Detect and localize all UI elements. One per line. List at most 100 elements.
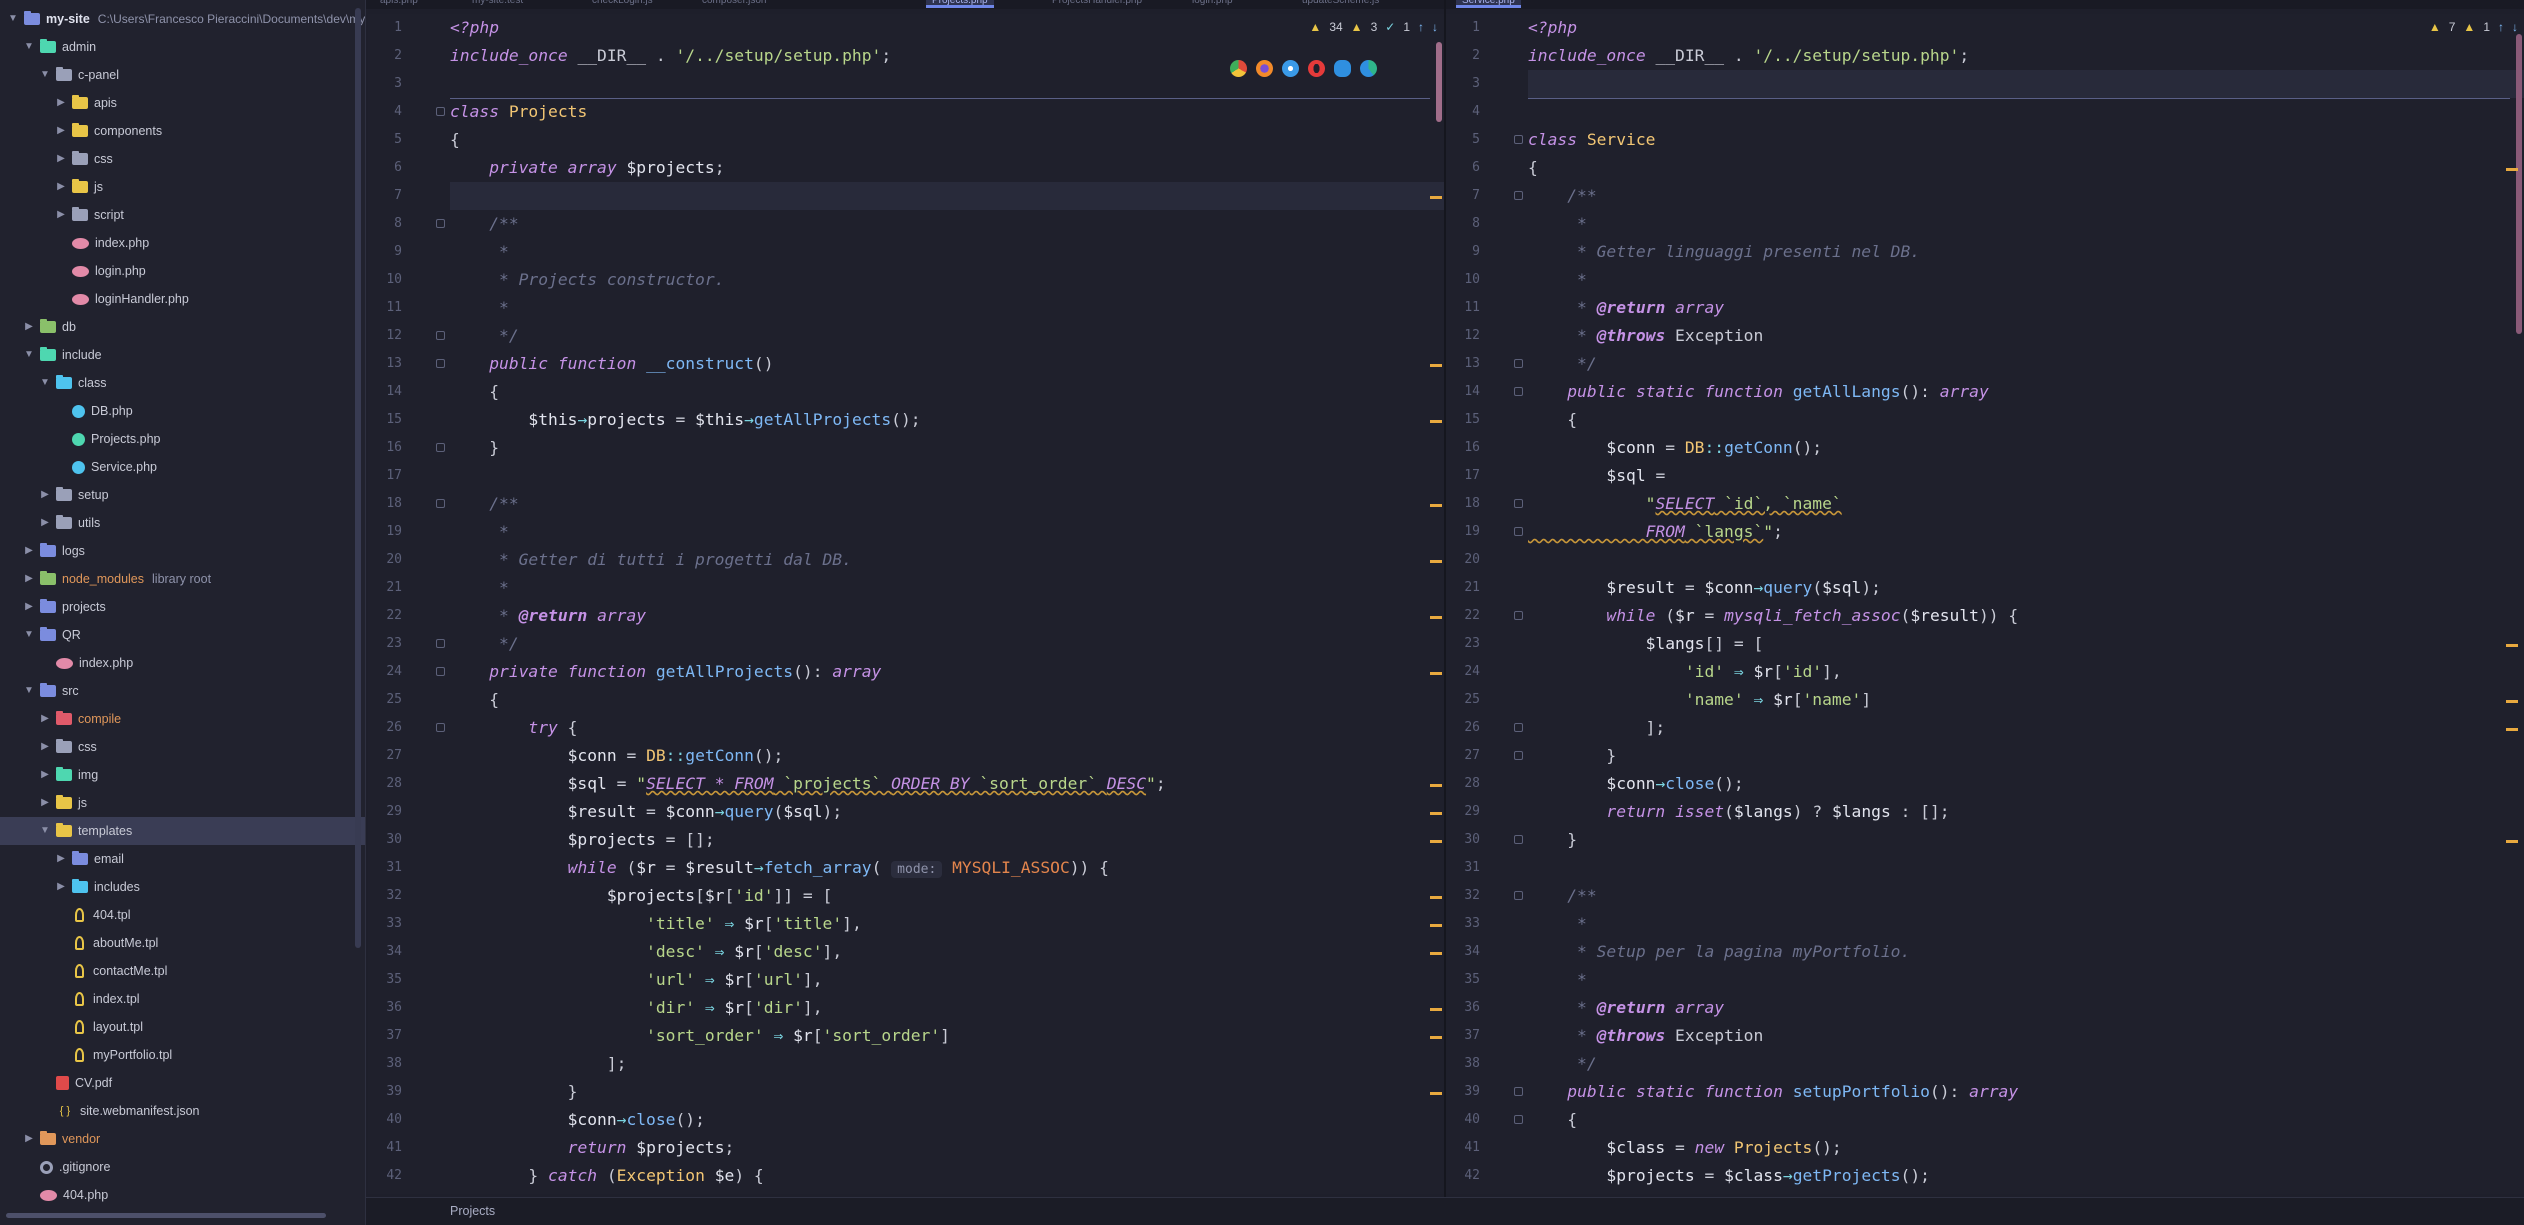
editor-scrollbar[interactable] [1436,42,1442,122]
warning-stripe[interactable] [2506,840,2518,843]
chevron-right-icon[interactable]: ▶ [38,761,52,789]
editor-tab[interactable]: Projects.php [926,0,994,8]
chevron-down-icon[interactable]: ▼ [38,817,52,845]
editor-tab[interactable]: composer.json [696,0,772,8]
tree-item[interactable]: login.php [0,257,365,285]
tree-item[interactable]: ▶ css [0,733,365,761]
warning-stripe[interactable] [1430,672,1442,675]
tree-item[interactable]: aboutMe.tpl [0,929,365,957]
editor-pane-service[interactable]: ▲ 7 ▲ 1 ↑ ↓ 1 2 3 4 5 6 7 8 9 10 11 12 13 14 15 16 17 18 1… [1446,14,2524,1194]
chevron-right-icon[interactable]: ▶ [38,509,52,537]
tree-item[interactable]: ▶ vendor [0,1125,365,1153]
tree-item[interactable]: ▼ c-panel [0,61,365,89]
tree-item[interactable]: ▶ setup [0,481,365,509]
tree-item[interactable]: index.php [0,229,365,257]
editor-tab[interactable]: updateScheme.js [1296,0,1385,8]
chevron-right-icon[interactable]: ▶ [38,733,52,761]
editor-tab[interactable]: apis.php [374,0,424,8]
tree-item[interactable]: DB.php [0,397,365,425]
chevron-right-icon[interactable]: ▶ [38,705,52,733]
tree-item[interactable]: ▶ apis [0,89,365,117]
tree-item[interactable]: CV.pdf [0,1069,365,1097]
fold-toggle-icon[interactable] [436,667,445,676]
tree-item[interactable]: ▶ js [0,789,365,817]
project-tree[interactable]: ▼ my-site C:\Users\Francesco Pieraccini\… [0,5,365,1209]
warning-stripe[interactable] [2506,700,2518,703]
tree-item[interactable]: Service.php [0,453,365,481]
chevron-right-icon[interactable]: ▶ [54,145,68,173]
tree-item[interactable]: ▶ db [0,313,365,341]
tree-item[interactable]: ▼ templates [0,817,365,845]
warning-stripe[interactable] [1430,560,1442,563]
fold-toggle-icon[interactable] [1514,1115,1523,1124]
sidebar-scrollbar[interactable] [355,8,361,948]
chevron-down-icon[interactable]: ▼ [22,341,36,369]
warning-stripe[interactable] [1430,1008,1442,1011]
chevron-right-icon[interactable]: ▶ [54,201,68,229]
fold-toggle-icon[interactable] [436,219,445,228]
warning-stripe[interactable] [1430,504,1442,507]
fold-toggle-icon[interactable] [1514,527,1523,536]
tree-item[interactable]: { } site.webmanifest.json [0,1097,365,1125]
tree-item[interactable]: 404.tpl [0,901,365,929]
code-area[interactable]: <?php include_once __DIR__ . '/../setup/s… [450,14,1444,1194]
fold-toggle-icon[interactable] [1514,499,1523,508]
fold-toggle-icon[interactable] [1514,723,1523,732]
tree-item[interactable]: ▶ js [0,173,365,201]
tree-item[interactable]: ▶ node_modules library root [0,565,365,593]
tree-item[interactable]: ▶ includes [0,873,365,901]
warning-stripe[interactable] [1430,924,1442,927]
fold-toggle-icon[interactable] [436,331,445,340]
breadcrumb[interactable]: Projects [450,1198,495,1224]
warning-stripe[interactable] [1430,196,1442,199]
tree-item[interactable]: 404.php [0,1181,365,1209]
warning-stripe[interactable] [1430,812,1442,815]
tree-item[interactable]: ▶ projects [0,593,365,621]
editor-pane-projects[interactable]: ▲ 34 ▲ 3 ✓ 1 ↑ ↓ 1 2 3 4 5 6 7 8 9 10 11 12 13 14 15 16… [368,14,1444,1194]
tree-item[interactable]: index.php [0,649,365,677]
warning-stripe[interactable] [2506,644,2518,647]
warning-stripe[interactable] [1430,1036,1442,1039]
warning-stripe[interactable] [1430,840,1442,843]
tree-item[interactable]: index.tpl [0,985,365,1013]
fold-toggle-icon[interactable] [436,443,445,452]
fold-gutter[interactable] [1508,14,1530,1194]
chevron-right-icon[interactable]: ▶ [54,173,68,201]
editor-tab[interactable]: login.php [1186,0,1239,8]
fold-toggle-icon[interactable] [1514,191,1523,200]
tree-item[interactable]: ▶ logs [0,537,365,565]
tree-item[interactable]: ▶ utils [0,509,365,537]
tree-item[interactable]: ▶ script [0,201,365,229]
chevron-down-icon[interactable]: ▼ [22,33,36,61]
chevron-right-icon[interactable]: ▶ [54,89,68,117]
chevron-down-icon[interactable]: ▼ [22,677,36,705]
chevron-right-icon[interactable]: ▶ [38,789,52,817]
chevron-down-icon[interactable]: ▼ [6,5,20,33]
chevron-down-icon[interactable]: ▼ [22,621,36,649]
tree-item[interactable]: ▼ admin [0,33,365,61]
sidebar-horizontal-scrollbar[interactable] [6,1213,326,1218]
tree-item[interactable]: ▶ components [0,117,365,145]
tree-item[interactable]: ▶ compile [0,705,365,733]
fold-toggle-icon[interactable] [436,639,445,648]
tree-item[interactable]: contactMe.tpl [0,957,365,985]
fold-toggle-icon[interactable] [436,723,445,732]
fold-toggle-icon[interactable] [1514,1087,1523,1096]
tree-item[interactable]: ▶ img [0,761,365,789]
tree-item[interactable]: ▼ src [0,677,365,705]
chevron-right-icon[interactable]: ▶ [22,565,36,593]
fold-toggle-icon[interactable] [1514,751,1523,760]
warning-stripe[interactable] [1430,616,1442,619]
editor-tab[interactable]: ProjectsHandler.php [1046,0,1148,8]
chevron-right-icon[interactable]: ▶ [54,117,68,145]
fold-gutter[interactable] [430,14,452,1194]
editor-tab[interactable]: Service.php [1456,0,1521,8]
warning-stripe[interactable] [1430,364,1442,367]
chevron-right-icon[interactable]: ▶ [22,537,36,565]
editor-tab[interactable]: checkLogin.js [586,0,659,8]
chevron-down-icon[interactable]: ▼ [38,369,52,397]
chevron-right-icon[interactable]: ▶ [22,313,36,341]
tree-item[interactable]: myPortfolio.tpl [0,1041,365,1069]
chevron-down-icon[interactable]: ▼ [38,61,52,89]
tree-item[interactable]: .gitignore [0,1153,365,1181]
